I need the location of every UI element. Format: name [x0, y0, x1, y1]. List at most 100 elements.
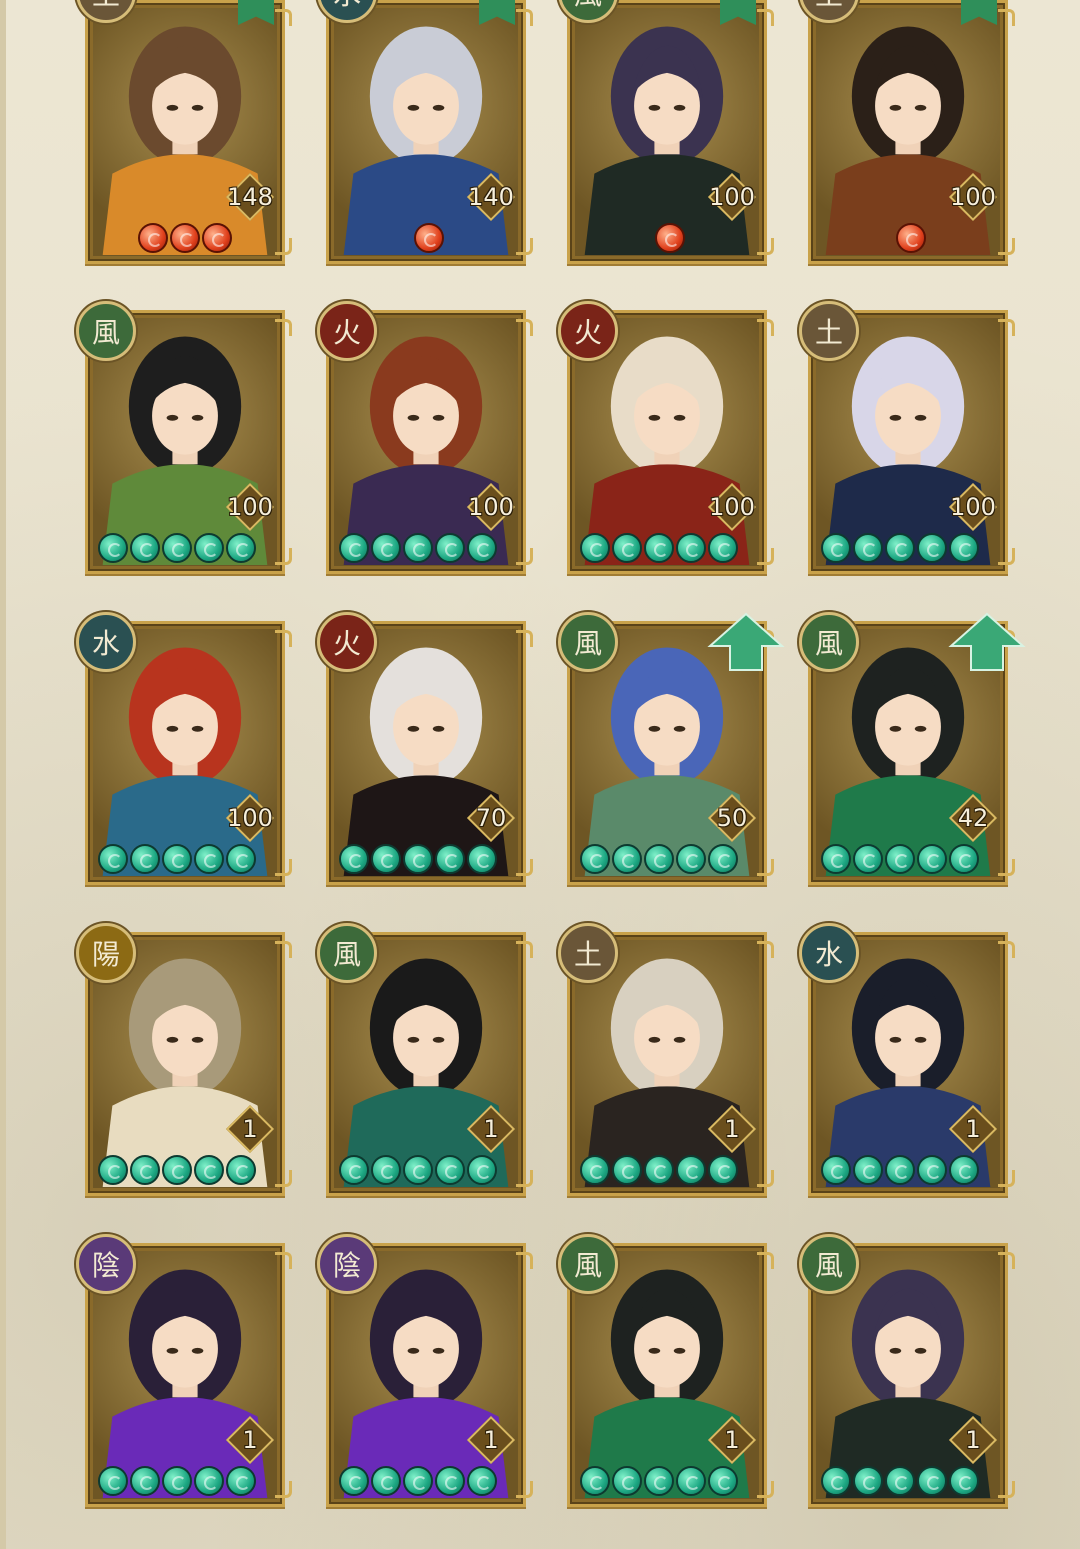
star-rank: [339, 533, 497, 565]
jade-star-orb-icon: [371, 1155, 401, 1185]
hero-level: 100: [227, 804, 273, 832]
star-rank: [339, 1155, 497, 1187]
jade-star-orb-icon: [339, 1466, 369, 1496]
level-badge: 100: [947, 171, 999, 223]
level-badge: 1: [224, 1103, 276, 1155]
jade-star-orb-icon: [644, 844, 674, 874]
hero-card[interactable]: 水1: [799, 923, 1015, 1196]
frame-ornament: [516, 859, 533, 876]
level-badge: 50: [706, 792, 758, 844]
frame-ornament: [757, 548, 774, 565]
element-badge-icon: 風: [799, 1234, 859, 1294]
hero-card[interactable]: 風100: [76, 301, 292, 574]
hero-card[interactable]: 火 70: [317, 612, 533, 885]
hero-level: 1: [724, 1426, 740, 1454]
level-badge: 100: [465, 481, 517, 533]
jade-star-orb-icon: [676, 1155, 706, 1185]
hero-level: 1: [242, 1115, 258, 1143]
frame-ornament: [275, 859, 292, 876]
element-badge-icon: 陰: [76, 1234, 136, 1294]
jade-star-orb-icon: [194, 844, 224, 874]
jade-star-orb-icon: [162, 533, 192, 563]
hero-card[interactable]: 風 50: [558, 612, 785, 885]
hero-level: 1: [965, 1115, 981, 1143]
hero-card[interactable]: 陰1: [317, 1234, 533, 1507]
jade-star-orb-icon: [917, 844, 947, 874]
jade-star-orb-icon: [194, 533, 224, 563]
hero-level: 148: [227, 183, 273, 211]
jade-star-orb-icon: [467, 844, 497, 874]
frame-ornament: [516, 9, 533, 26]
element-badge-icon: 火: [317, 301, 377, 361]
hero-card[interactable]: 風100: [558, 0, 774, 264]
jade-star-orb-icon: [467, 533, 497, 563]
hero-card[interactable]: 土1: [558, 923, 774, 1196]
star-rank: [414, 223, 444, 255]
jade-star-orb-icon: [917, 533, 947, 563]
element-badge-icon: 風: [76, 301, 136, 361]
hero-card[interactable]: 土100: [799, 0, 1015, 264]
hero-level: 1: [242, 1426, 258, 1454]
frame-ornament: [998, 941, 1015, 958]
jade-star-orb-icon: [339, 844, 369, 874]
frame-ornament: [516, 319, 533, 336]
star-rank: [580, 1466, 738, 1498]
element-badge-icon: 土: [799, 301, 859, 361]
hero-card[interactable]: 風1: [799, 1234, 1015, 1507]
jade-star-orb-icon: [194, 1155, 224, 1185]
hero-card[interactable]: 土 100: [799, 301, 1015, 574]
frame-ornament: [998, 859, 1015, 876]
level-badge: 1: [947, 1414, 999, 1466]
hero-card[interactable]: 水 100: [76, 612, 292, 885]
hero-card[interactable]: 陽1: [76, 923, 292, 1196]
hero-level: 100: [709, 493, 755, 521]
upgrade-arrow-icon[interactable]: [947, 610, 1027, 674]
hero-card[interactable]: 風1: [317, 923, 533, 1196]
hero-card[interactable]: 火 100: [317, 301, 533, 574]
hero-card[interactable]: 陰1: [76, 1234, 292, 1507]
star-rank: [98, 1466, 256, 1498]
upgrade-arrow-icon[interactable]: [706, 610, 786, 674]
jade-star-orb-icon: [853, 533, 883, 563]
element-badge-icon: 火: [558, 301, 618, 361]
frame-ornament: [516, 1481, 533, 1498]
level-badge: 100: [706, 481, 758, 533]
jade-star-orb-icon: [226, 1155, 256, 1185]
frame-ornament: [516, 238, 533, 255]
jade-star-orb-icon: [226, 533, 256, 563]
hero-card[interactable]: 火 100: [558, 301, 774, 574]
level-badge: 1: [706, 1103, 758, 1155]
star-rank: [138, 223, 232, 255]
frame-ornament: [275, 1252, 292, 1269]
jade-star-orb-icon: [98, 533, 128, 563]
frame-ornament: [516, 1170, 533, 1187]
jade-star-orb-icon: [917, 1155, 947, 1185]
jade-star-orb-icon: [676, 533, 706, 563]
hero-card[interactable]: 風1: [558, 1234, 774, 1507]
jade-star-orb-icon: [435, 1466, 465, 1496]
hero-card[interactable]: 土148: [76, 0, 292, 264]
fire-star-orb-icon: [202, 223, 232, 253]
frame-ornament: [275, 941, 292, 958]
jade-star-orb-icon: [403, 1155, 433, 1185]
frame-ornament: [516, 630, 533, 647]
element-badge-icon: 陽: [76, 923, 136, 983]
hero-card[interactable]: 水140: [317, 0, 533, 264]
jade-star-orb-icon: [949, 533, 979, 563]
level-badge: 100: [947, 481, 999, 533]
hero-card[interactable]: 風 42: [799, 612, 1026, 885]
frame-ornament: [757, 319, 774, 336]
hero-level: 42: [957, 804, 989, 832]
frame-ornament: [275, 238, 292, 255]
element-badge-icon: 風: [317, 923, 377, 983]
hero-level: 100: [950, 183, 996, 211]
star-rank: [98, 533, 256, 565]
frame-ornament: [516, 941, 533, 958]
level-badge: 100: [224, 792, 276, 844]
star-rank: [98, 1155, 256, 1187]
fire-star-orb-icon: [655, 223, 685, 253]
jade-star-orb-icon: [949, 844, 979, 874]
frame-ornament: [757, 859, 774, 876]
hero-level: 50: [716, 804, 748, 832]
hero-level: 1: [724, 1115, 740, 1143]
